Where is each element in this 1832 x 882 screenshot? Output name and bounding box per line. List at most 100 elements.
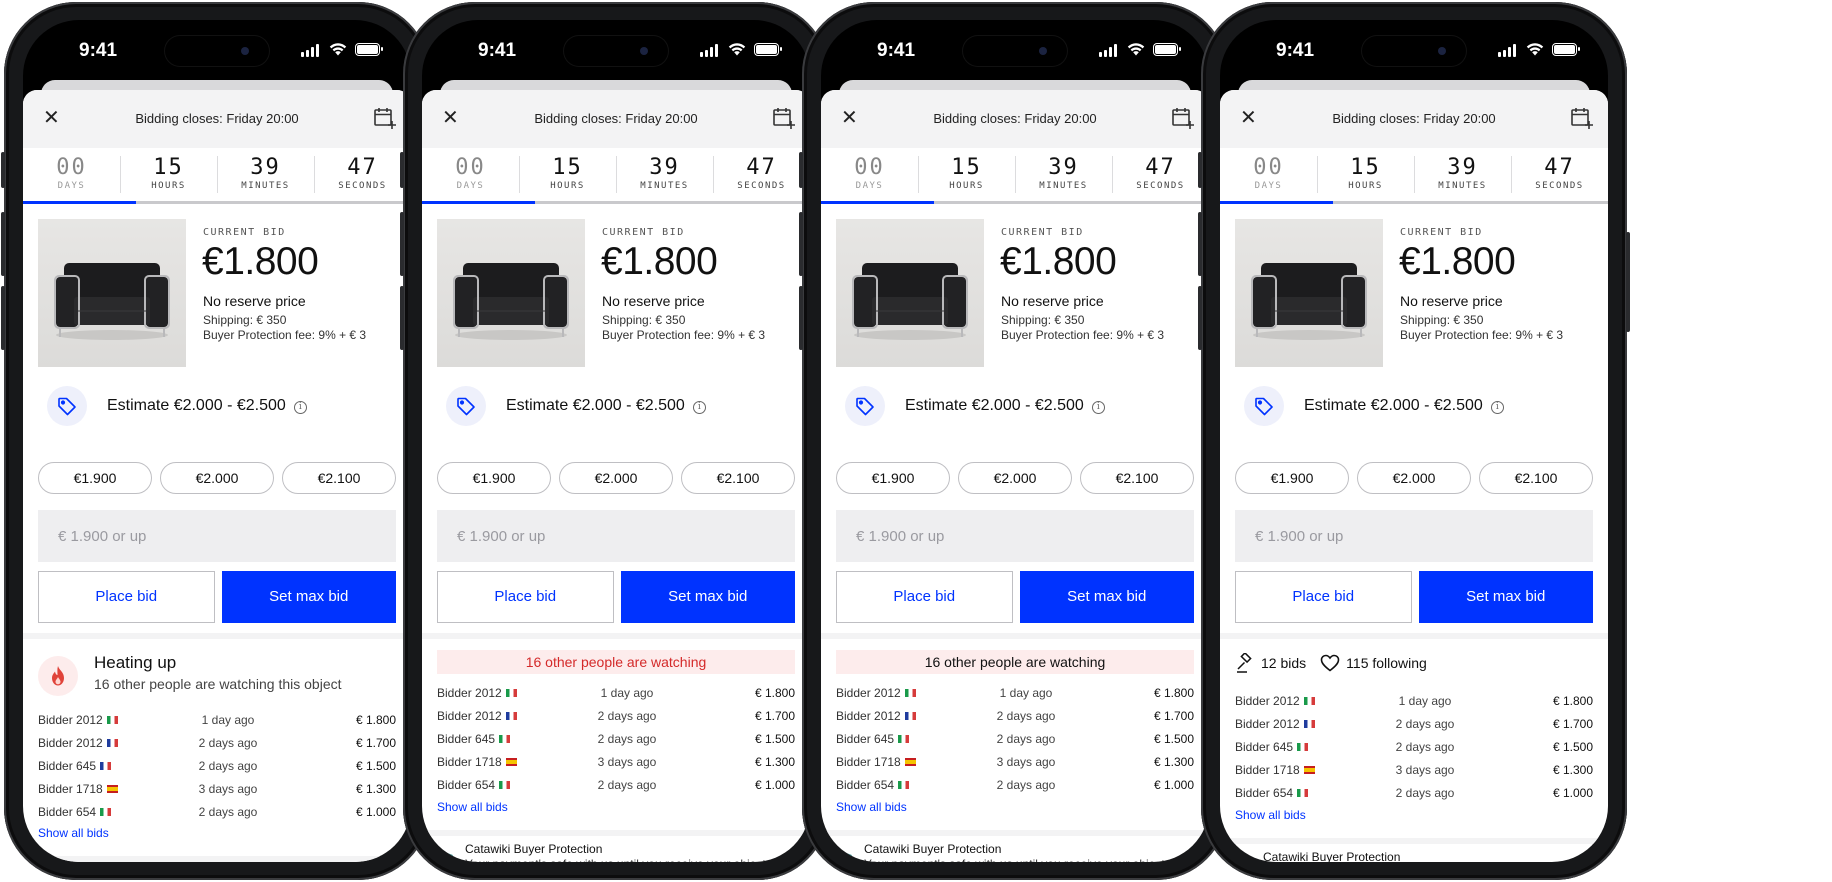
bid-amount-field xyxy=(38,510,396,562)
product-image[interactable] xyxy=(38,219,186,367)
show-all-bids-link[interactable]: Show all bids xyxy=(437,800,508,814)
shipping-cost: Shipping: € 350 xyxy=(1001,313,1085,327)
quick-bid-button[interactable]: €2.000 xyxy=(160,462,274,494)
place-bid-button[interactable]: Place bid xyxy=(38,571,215,623)
calendar-add-icon[interactable] xyxy=(373,106,397,130)
section-divider xyxy=(1220,838,1608,844)
bid-amount-input[interactable] xyxy=(437,510,795,562)
current-bid-label: CURRENT BID xyxy=(1400,227,1483,238)
current-bid-price: €1.800 xyxy=(601,240,718,283)
shipping-cost: Shipping: € 350 xyxy=(1400,313,1484,327)
volume-up-button xyxy=(799,212,803,276)
bid-history-row: Bidder 645 2 days ago € 1.500 xyxy=(437,728,795,751)
quick-bid-button[interactable]: €2.100 xyxy=(681,462,795,494)
bid-amount: € 1.700 xyxy=(1552,717,1593,731)
shield-icon xyxy=(437,852,453,862)
bid-amount-input[interactable] xyxy=(1235,510,1593,562)
wifi-icon xyxy=(329,43,347,56)
info-icon[interactable]: i xyxy=(692,401,706,414)
set-max-bid-button[interactable]: Set max bid xyxy=(620,571,795,623)
bid-history-row: Bidder 2012 2 days ago € 1.700 xyxy=(1235,713,1593,736)
place-bid-button[interactable]: Place bid xyxy=(836,571,1013,623)
mute-switch xyxy=(799,152,803,188)
countdown-hours-value: 15 xyxy=(951,155,982,180)
quick-bid-button[interactable]: €1.900 xyxy=(1235,462,1349,494)
quick-bid-button[interactable]: €2.000 xyxy=(559,462,673,494)
bidder-label: Bidder 645 xyxy=(437,732,496,746)
bid-amount-input[interactable] xyxy=(38,510,396,562)
bid-time: 2 days ago xyxy=(198,759,258,773)
show-all-bids-link[interactable]: Show all bids xyxy=(1235,808,1306,822)
volume-up-button xyxy=(1198,212,1202,276)
set-max-bid-button[interactable]: Set max bid xyxy=(1019,571,1194,623)
dynamic-island xyxy=(564,36,668,66)
reserve-price-note: No reserve price xyxy=(1400,293,1503,309)
product-image[interactable] xyxy=(1235,219,1383,367)
countdown-seconds-label: SECONDS xyxy=(737,181,786,191)
countdown-timer: 00 DAYS 15 HOURS 39 MINUTES 47 SECONDS xyxy=(821,148,1209,204)
quick-bid-button[interactable]: €2.100 xyxy=(1479,462,1593,494)
wifi-icon xyxy=(1127,43,1145,56)
bid-history-list: Bidder 2012 1 day ago € 1.800 Bidder 2012 2 … xyxy=(437,682,795,797)
protection-subtitle: Your payment's safe with us until you re… xyxy=(465,857,766,862)
quick-bid-button[interactable]: €1.900 xyxy=(836,462,950,494)
armchair-image xyxy=(54,263,170,340)
countdown-minutes-label: MINUTES xyxy=(640,181,689,191)
product-image[interactable] xyxy=(836,219,984,367)
status-bar: 9:41 xyxy=(1220,20,1608,80)
quick-bid-button[interactable]: €2.000 xyxy=(958,462,1072,494)
estimate-text: Estimate €2.000 - €2.500 i xyxy=(107,397,307,415)
countdown-hours-label: HOURS xyxy=(550,181,585,191)
info-icon[interactable]: i xyxy=(1091,401,1105,414)
countdown-days-value: 00 xyxy=(56,155,87,180)
country-flag-icon xyxy=(904,689,916,697)
battery-icon xyxy=(1153,43,1181,56)
product-image[interactable] xyxy=(437,219,585,367)
info-icon[interactable]: i xyxy=(1490,401,1504,414)
bid-count[interactable]: 12 bids xyxy=(1235,653,1306,673)
quick-bid-button[interactable]: €2.000 xyxy=(1357,462,1471,494)
countdown-minutes-label: MINUTES xyxy=(241,181,290,191)
show-all-bids-link[interactable]: Show all bids xyxy=(38,826,109,840)
bid-actions: Place bid Set max bid xyxy=(1235,571,1593,623)
calendar-add-icon[interactable] xyxy=(1171,106,1195,130)
set-max-bid-button[interactable]: Set max bid xyxy=(221,571,396,623)
set-max-bid-button[interactable]: Set max bid xyxy=(1418,571,1593,623)
bidder-name: Bidder 1718 xyxy=(437,755,517,769)
bid-amount: € 1.300 xyxy=(754,755,795,769)
place-bid-button[interactable]: Place bid xyxy=(1235,571,1412,623)
quick-bid-button[interactable]: €1.900 xyxy=(38,462,152,494)
bid-amount-input[interactable] xyxy=(836,510,1194,562)
current-bid-price: €1.800 xyxy=(1399,240,1516,283)
quick-bid-options: €1.900 €2.000 €2.100 xyxy=(38,462,396,494)
countdown-timer: 00 DAYS 15 HOURS 39 MINUTES 47 SECONDS xyxy=(422,148,810,204)
quick-bid-button[interactable]: €2.100 xyxy=(1080,462,1194,494)
following-count[interactable]: 115 following xyxy=(1320,654,1427,672)
place-bid-button[interactable]: Place bid xyxy=(437,571,614,623)
bid-actions: Place bid Set max bid xyxy=(38,571,396,623)
bid-history-row: Bidder 2012 2 days ago € 1.700 xyxy=(437,705,795,728)
country-flag-icon xyxy=(100,808,112,816)
info-icon[interactable]: i xyxy=(293,401,307,414)
calendar-add-icon[interactable] xyxy=(772,106,796,130)
countdown-seconds: 47 SECONDS xyxy=(1112,148,1209,201)
current-bid-price: €1.800 xyxy=(202,240,319,283)
calendar-add-icon[interactable] xyxy=(1570,106,1594,130)
estimate-row: Estimate €2.000 - €2.500 i xyxy=(23,364,411,428)
phone-screen: 9:41 ✕ Bidding closes: Friday 20:00 00 DA… xyxy=(1220,20,1608,862)
show-all-bids-link[interactable]: Show all bids xyxy=(836,800,907,814)
battery-icon xyxy=(754,43,782,56)
countdown-minutes: 39 MINUTES xyxy=(217,148,314,201)
bid-time: 2 days ago xyxy=(198,805,258,819)
countdown-seconds-value: 47 xyxy=(746,155,777,180)
bid-time: 1 day ago xyxy=(201,713,255,727)
bid-history-row: Bidder 2012 1 day ago € 1.800 xyxy=(836,682,1194,705)
countdown-days-label: DAYS xyxy=(456,181,485,191)
countdown-hours: 15 HOURS xyxy=(918,148,1015,201)
quick-bid-button[interactable]: €1.900 xyxy=(437,462,551,494)
bid-time: 1 day ago xyxy=(600,686,654,700)
quick-bid-button[interactable]: €2.100 xyxy=(282,462,396,494)
bid-amount: € 1.500 xyxy=(754,732,795,746)
bidder-label: Bidder 2012 xyxy=(38,713,103,727)
country-flag-icon xyxy=(1297,789,1309,797)
